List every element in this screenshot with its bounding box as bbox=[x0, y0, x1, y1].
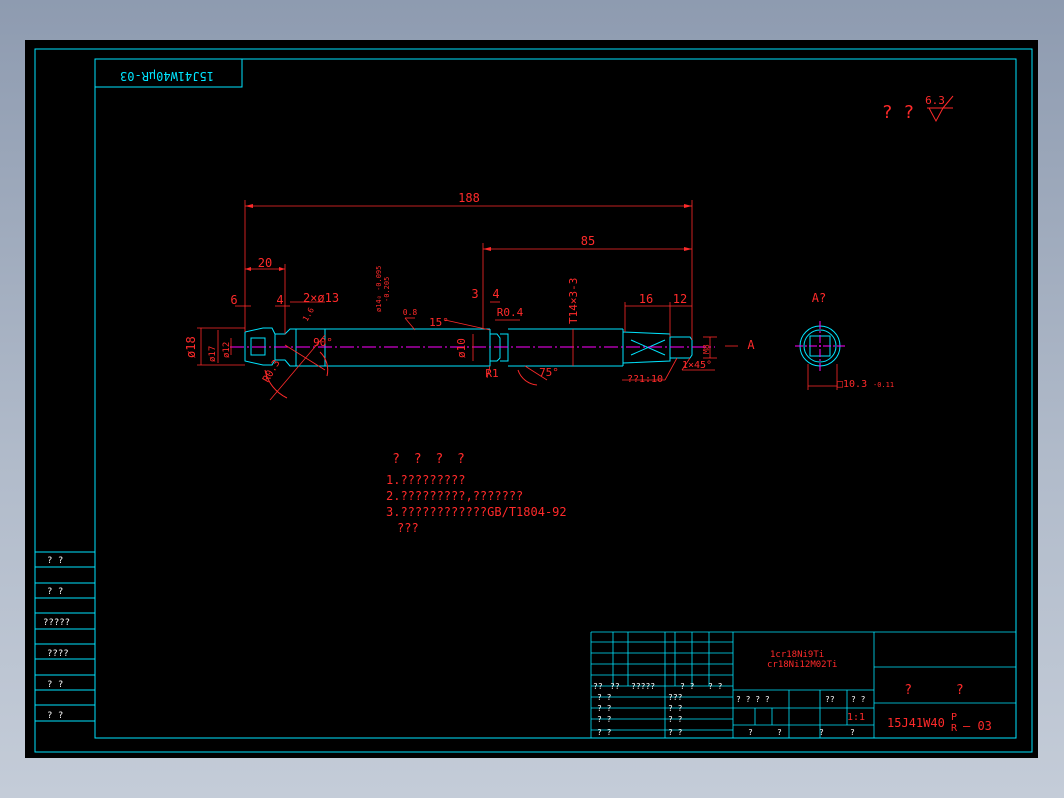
left-strip-6: ? ? bbox=[47, 711, 63, 721]
row-b: ? ? ? ? bbox=[736, 695, 770, 704]
note-line-3: 3.????????????GB/T1804-92 bbox=[386, 505, 567, 519]
dim-angle75: 75° bbox=[539, 366, 559, 379]
left-strip-4: ???? bbox=[47, 649, 69, 659]
title-block-texts: 1cr18Ni9Ti cr18Ni12M02Ti ? ? 15J41W40 P … bbox=[593, 650, 992, 737]
mid-col-4: ? ? bbox=[668, 728, 683, 737]
row-a-2: ?? bbox=[610, 682, 620, 691]
row-b3: ? ? bbox=[851, 695, 866, 704]
dim-3: 3 bbox=[471, 287, 478, 301]
dimension-lines bbox=[197, 200, 838, 401]
view-a-label: A? bbox=[812, 291, 826, 305]
part-name: ? ? bbox=[904, 683, 981, 698]
row-a-1: ?? bbox=[593, 682, 603, 691]
bottom-row-3: ? bbox=[819, 728, 824, 737]
dim-square: □10.3 bbox=[837, 379, 867, 390]
row-b2: ?? bbox=[825, 695, 835, 704]
bottom-row-1: ? bbox=[748, 728, 753, 737]
dim-16: 16 bbox=[639, 292, 653, 306]
top-stamp: 15J41W40µR-03 bbox=[94, 58, 243, 88]
scale: 1:1 bbox=[847, 712, 865, 723]
dim-rough-a: 0.8 bbox=[403, 308, 418, 317]
dim-12: 12 bbox=[673, 292, 687, 306]
dim-right-len: 85 bbox=[581, 234, 595, 248]
left-strip-3: ????? bbox=[43, 618, 70, 628]
roughness-block: ? ? 6.3 bbox=[882, 94, 954, 123]
arrow-heads bbox=[245, 204, 692, 271]
left-strip-5: ? ? bbox=[47, 680, 63, 690]
drawing-number-sup: P bbox=[951, 712, 957, 723]
dim-phi10: ø10 bbox=[455, 338, 468, 358]
left-col-2: ? ? bbox=[597, 704, 612, 713]
dim-overall: 188 bbox=[458, 191, 480, 205]
dim-angle90: 90° bbox=[313, 336, 333, 349]
dim-chamfer: 1×45° bbox=[682, 360, 712, 371]
left-col-4: ? ? bbox=[597, 728, 612, 737]
drawing-number-sub: R bbox=[951, 723, 958, 734]
material-2: cr18Ni12M02Ti bbox=[767, 660, 837, 670]
dim-tol-bottom: -0.205 bbox=[383, 277, 391, 302]
section-a-label: A bbox=[747, 338, 755, 352]
dim-angle15: 15° bbox=[429, 316, 449, 329]
dim-phi17: ø17 bbox=[208, 346, 218, 362]
roughness-value: 6.3 bbox=[925, 94, 945, 107]
mid-col-2: ? ? bbox=[668, 704, 683, 713]
row-a-3: ????? bbox=[631, 682, 655, 691]
left-col-3: ? ? bbox=[597, 715, 612, 724]
dim-r04: R0.4 bbox=[497, 306, 524, 319]
left-strip-1: ? ? bbox=[47, 556, 63, 566]
inner-frame bbox=[94, 58, 1017, 739]
note-line-4: ??? bbox=[397, 521, 419, 535]
bottom-row-4: ? bbox=[850, 728, 855, 737]
row-a-5: ? ? bbox=[708, 682, 723, 691]
dim-square-tol: -0.11 bbox=[873, 381, 894, 389]
left-col-1: ? ? bbox=[597, 693, 612, 702]
left-strip bbox=[35, 551, 95, 722]
dim-rough-b: 1.6 bbox=[301, 306, 316, 323]
drawing-sheet: 15J41W40µR-03 ? ? 6.3 188 85 20 6 4 2×ø1… bbox=[25, 40, 1038, 758]
dimension-texts: 188 85 20 6 4 2×ø13 ø14₀ -0.095 -0.205 0… bbox=[184, 191, 894, 390]
left-strip-2: ? ? bbox=[47, 587, 63, 597]
dim-r03: R0.3 bbox=[261, 358, 283, 384]
tech-notes: ? ? ? ? 1.????????? 2.?????????,??????? … bbox=[386, 452, 567, 535]
dim-4: 4 bbox=[276, 293, 283, 307]
notes-title: ? ? ? ? bbox=[392, 452, 468, 467]
outer-frame bbox=[34, 48, 1033, 753]
bottom-row-2: ? bbox=[777, 728, 782, 737]
dim-phi12: ø12 bbox=[222, 342, 232, 358]
mid-col-3: ? ? bbox=[668, 715, 683, 724]
end-view bbox=[795, 321, 845, 371]
dim-m: M8 bbox=[702, 344, 711, 354]
roughness-qmarks: ? ? bbox=[882, 102, 915, 123]
material-1: 1cr18Ni9Ti bbox=[770, 650, 824, 660]
dim-holes: 2×ø13 bbox=[303, 291, 339, 305]
row-a-4: ? ? bbox=[680, 682, 695, 691]
dim-head-len: 20 bbox=[258, 256, 272, 270]
dim-thread: T14×3-3 bbox=[567, 278, 580, 324]
drawing-number: 15J41W40 bbox=[887, 716, 945, 730]
note-line-2: 2.?????????,??????? bbox=[386, 489, 523, 503]
dim-taper: ??1:10 bbox=[627, 374, 663, 385]
dim-4b: 4 bbox=[492, 287, 499, 301]
mid-col-1: ??? bbox=[668, 693, 683, 702]
top-stamp-text: 15J41W40µR-03 bbox=[120, 69, 214, 83]
dim-6: 6 bbox=[230, 293, 237, 307]
dim-tol-top: ø14₀ -0.095 bbox=[375, 266, 383, 312]
left-strip-labels: ? ? ? ? ????? ???? ? ? ? ? bbox=[43, 556, 70, 721]
note-line-1: 1.????????? bbox=[386, 473, 465, 487]
angle90-arc bbox=[319, 351, 329, 377]
cad-drawing: 15J41W40µR-03 ? ? 6.3 188 85 20 6 4 2×ø1… bbox=[34, 48, 1033, 753]
dim-phi18: ø18 bbox=[184, 336, 198, 358]
dim-r1: R1 bbox=[485, 367, 498, 380]
drawing-number-suffix: — 03 bbox=[963, 719, 992, 733]
